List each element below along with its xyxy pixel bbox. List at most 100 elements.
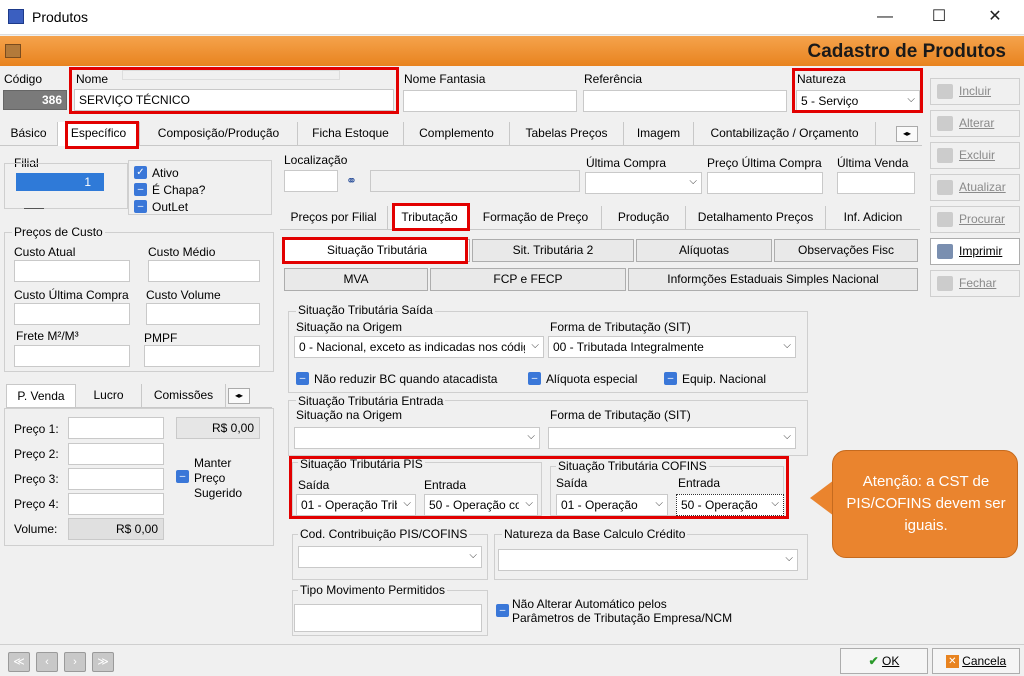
cancela-button[interactable]: ✕ Cancela	[932, 648, 1020, 674]
tipo-movimento-input[interactable]	[294, 604, 482, 632]
binoculars-icon	[937, 212, 953, 227]
referencia-input[interactable]	[583, 90, 787, 112]
localizacao-label: Localização	[284, 153, 348, 167]
observacoes-fiscais-button[interactable]: Observações Fisc	[774, 239, 918, 262]
pis-saida-label: Saída	[298, 478, 330, 492]
tipo-movimento-title: Tipo Movimento Permitidos	[298, 583, 447, 597]
tab-imagem[interactable]: Imagem	[624, 122, 694, 146]
close-button[interactable]: ✕	[972, 4, 1018, 30]
procurar-button[interactable]: Procurar	[930, 206, 1020, 233]
frete-input[interactable]	[14, 345, 130, 367]
tab-composicao[interactable]: Composição/Produção	[140, 122, 298, 146]
pis-saida-select[interactable]: 01 - Operação Tributável ⌵	[296, 494, 416, 516]
pis-entrada-select[interactable]: 50 - Operação com Direito ⌵	[424, 494, 538, 516]
form-title: Cadastro de Produtos	[807, 41, 1006, 62]
tab-inf-adicional[interactable]: Inf. Adicion	[826, 206, 920, 230]
custo-medio-input[interactable]	[148, 260, 260, 282]
preco-ultima-input[interactable]	[707, 172, 823, 194]
localizacao-desc	[370, 170, 580, 192]
tab-complemento[interactable]: Complemento	[404, 122, 510, 146]
price-tab-arrows[interactable]: ◂▸	[228, 388, 250, 404]
fechar-button[interactable]: Fechar	[930, 270, 1020, 297]
tab-p-venda[interactable]: P. Venda	[6, 384, 76, 408]
aliquotas-button[interactable]: Alíquotas	[636, 239, 772, 262]
minimize-button[interactable]: —	[862, 4, 908, 30]
cancel-icon: ✕	[945, 655, 959, 669]
cod-contribuicao-title: Cod. Contribuição PIS/COFINS	[298, 527, 470, 541]
filial-input[interactable]: 1	[16, 173, 104, 191]
tab-lucro[interactable]: Lucro	[76, 384, 142, 408]
tab-detalhamento[interactable]: Detalhamento Preços	[686, 206, 826, 230]
atualizar-button[interactable]: Atualizar	[930, 174, 1020, 201]
custo-ultima-input[interactable]	[14, 303, 130, 325]
natureza-select[interactable]: 5 - Serviço ⌵	[796, 90, 920, 112]
binoculars-icon[interactable]: ⚭	[346, 173, 357, 189]
nao-reduzir-checkbox[interactable]: –	[296, 372, 309, 385]
refresh-icon	[937, 180, 953, 195]
excluir-button[interactable]: Excluir	[930, 142, 1020, 169]
chapa-checkbox[interactable]: –	[134, 183, 147, 196]
entrada-origem-label: Situação na Origem	[296, 408, 403, 422]
prev-record-button[interactable]: ‹	[36, 652, 58, 672]
last-record-button[interactable]: ≫	[92, 652, 114, 672]
next-record-button[interactable]: ›	[64, 652, 86, 672]
sit-tributaria-2-button[interactable]: Sit. Tributária 2	[472, 239, 634, 262]
ultima-venda-input[interactable]	[837, 172, 915, 194]
situacao-tributaria-button[interactable]: Situação Tributária	[284, 239, 470, 262]
outlet-checkbox[interactable]: –	[134, 200, 147, 213]
imprimir-button[interactable]: Imprimir	[930, 238, 1020, 265]
tab-especifico[interactable]: Específico	[58, 122, 140, 146]
localizacao-input[interactable]	[284, 170, 338, 192]
mva-button[interactable]: MVA	[284, 268, 428, 291]
saida-origem-select[interactable]: 0 - Nacional, exceto as indicadas nos có…	[294, 336, 544, 358]
tab-producao[interactable]: Produção	[602, 206, 686, 230]
entrada-forma-select[interactable]: ⌵	[548, 427, 796, 449]
entrada-origem-select[interactable]: ⌵	[294, 427, 540, 449]
informacoes-estaduais-button[interactable]: Informções Estaduais Simples Nacional	[628, 268, 918, 291]
tab-tabelas-precos[interactable]: Tabelas Preços	[510, 122, 624, 146]
tab-scroll-arrows[interactable]: ◂▸	[896, 126, 918, 142]
tab-contabilizacao[interactable]: Contabilização / Orçamento	[694, 122, 876, 146]
manter-preco-checkbox[interactable]: –	[176, 470, 189, 483]
pmpf-input[interactable]	[144, 345, 260, 367]
pis-title: Situação Tributária PIS	[298, 457, 425, 471]
nao-alterar-checkbox[interactable]: –	[496, 604, 509, 617]
ultima-compra-select[interactable]: ⌵	[585, 172, 702, 194]
entrada-forma-label: Forma de Tributação (SIT)	[550, 408, 691, 422]
chevron-down-icon: ⌵	[531, 340, 539, 351]
tab-basico[interactable]: Básico	[0, 122, 58, 146]
preco4-input[interactable]	[68, 493, 164, 515]
cofins-saida-select[interactable]: 01 - Operação ⌵	[556, 494, 668, 516]
saida-forma-select[interactable]: 00 - Tributada Integralmente ⌵	[548, 336, 796, 358]
custo-atual-input[interactable]	[14, 260, 130, 282]
tab-comissoes[interactable]: Comissões	[142, 384, 226, 408]
cofins-entrada-select[interactable]: 50 - Operação ⌵	[676, 494, 784, 516]
tab-formacao-preco[interactable]: Formação de Preço	[470, 206, 602, 230]
tab-ficha-estoque[interactable]: Ficha Estoque	[298, 122, 404, 146]
fcp-fecp-button[interactable]: FCP e FECP	[430, 268, 626, 291]
aliquota-especial-checkbox[interactable]: –	[528, 372, 541, 385]
cod-contribuicao-select[interactable]: ⌵	[298, 546, 482, 568]
first-record-button[interactable]: ≪	[8, 652, 30, 672]
preco3-input[interactable]	[68, 468, 164, 490]
tab-tributacao[interactable]: Tributação	[392, 206, 468, 230]
incluir-button[interactable]: Incluir	[930, 78, 1020, 105]
maximize-button[interactable]: ☐	[916, 4, 962, 30]
custo-volume-input[interactable]	[146, 303, 260, 325]
alterar-button[interactable]: Alterar	[930, 110, 1020, 137]
nome-fantasia-input[interactable]	[403, 90, 577, 112]
natureza-base-select[interactable]: ⌵	[498, 549, 798, 571]
preco1-value: R$ 0,00	[176, 417, 260, 439]
chevron-down-icon: ⌵	[783, 431, 791, 442]
ok-button[interactable]: ✔ OK	[840, 648, 928, 674]
callout-tail	[810, 480, 834, 516]
preco2-input[interactable]	[68, 443, 164, 465]
aliquota-especial-label: Alíquota especial	[546, 372, 638, 386]
preco1-input[interactable]	[68, 417, 164, 439]
nome-input[interactable]: SERVIÇO TÉCNICO	[74, 89, 394, 111]
manter-label: Manter	[194, 456, 232, 470]
equip-nacional-checkbox[interactable]: –	[664, 372, 677, 385]
ativo-checkbox[interactable]: ✓	[134, 166, 147, 179]
nao-alterar-label-2: Parâmetros de Tributação Empresa/NCM	[512, 611, 733, 625]
tab-precos-filial[interactable]: Preços por Filial	[280, 206, 388, 230]
